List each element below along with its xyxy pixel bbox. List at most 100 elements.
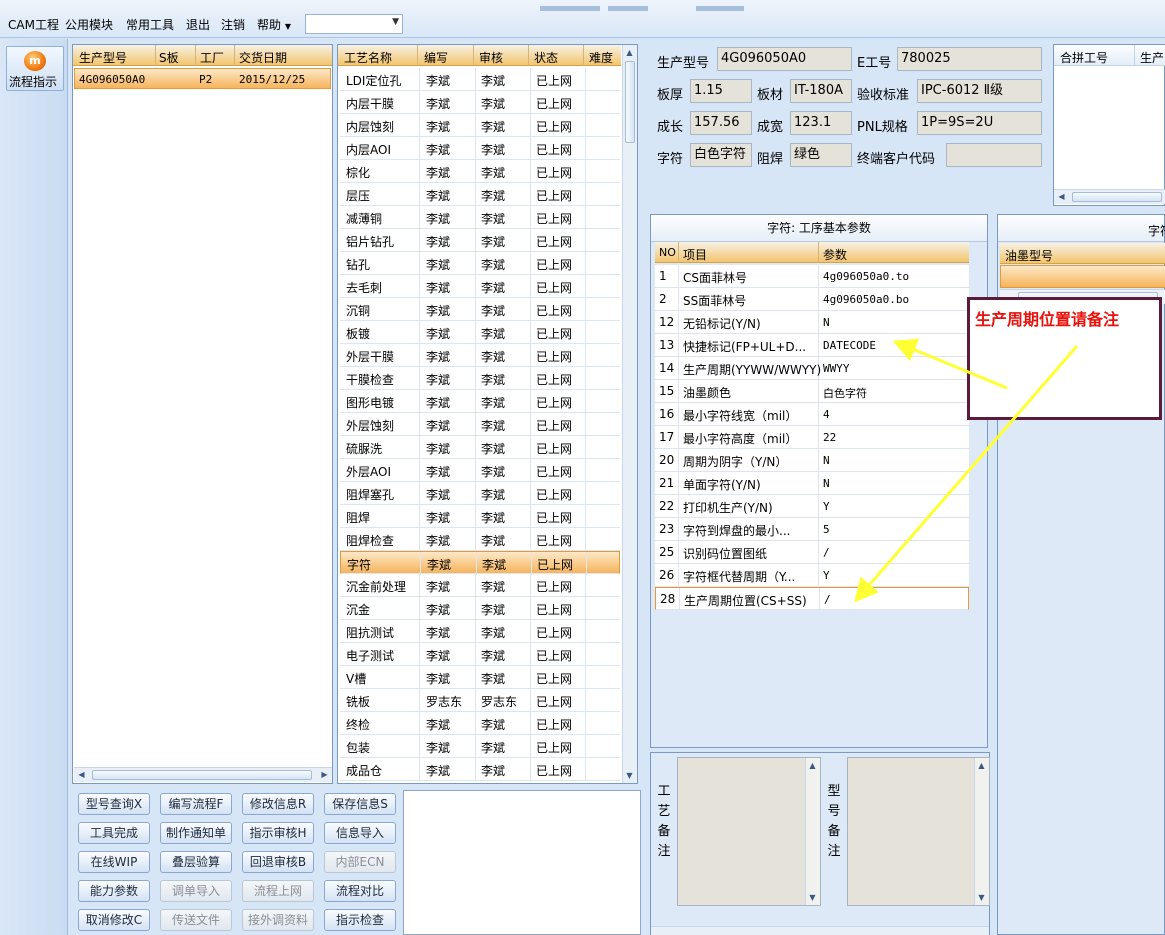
parameter-row[interactable]: 15 油墨颜色 白色字符 xyxy=(655,380,969,403)
scroll-left-icon[interactable]: ◀ xyxy=(75,768,88,781)
production-row[interactable]: 4G096050A0 P2 2015/12/25 xyxy=(74,68,331,89)
thickness-field[interactable]: 1.15 xyxy=(690,79,752,103)
parameter-row[interactable]: 1 CS面菲林号 4g096050a0.to xyxy=(655,265,969,288)
process-row[interactable]: 铝片钻孔 李斌 李斌 已上网 xyxy=(340,229,620,252)
scroll-up-icon[interactable]: ▲ xyxy=(975,759,988,772)
menu-combobox[interactable]: ▼ xyxy=(305,14,403,34)
process-row[interactable]: 沉铜 李斌 李斌 已上网 xyxy=(340,298,620,321)
scroll-thumb[interactable] xyxy=(92,770,312,780)
action-button[interactable]: 内部ECN xyxy=(324,851,396,873)
process-row[interactable]: 外层干膜 李斌 李斌 已上网 xyxy=(340,344,620,367)
scroll-down-icon[interactable]: ▼ xyxy=(975,891,988,904)
action-button[interactable]: 编写流程F xyxy=(160,793,232,815)
ink-row[interactable] xyxy=(1000,265,1165,288)
scroll-left-icon[interactable]: ◀ xyxy=(1055,190,1068,203)
action-button[interactable]: 接外调资料 xyxy=(242,909,314,931)
process-memo-field[interactable]: ▲ ▼ xyxy=(677,757,821,906)
parameter-row[interactable]: 17 最小字符高度（mil） 22 xyxy=(655,426,969,449)
process-row[interactable]: 铣板 罗志东 罗志东 已上网 xyxy=(340,689,620,712)
scroll-up-icon[interactable]: ▲ xyxy=(806,759,819,772)
action-button[interactable]: 流程对比 xyxy=(324,880,396,902)
action-button[interactable]: 保存信息S xyxy=(324,793,396,815)
action-button[interactable]: 流程上网 xyxy=(242,880,314,902)
scroll-down-icon[interactable]: ▼ xyxy=(623,769,636,782)
menu-exit[interactable]: 退出 xyxy=(186,16,210,33)
length-field[interactable]: 157.56 xyxy=(690,111,752,135)
process-row[interactable]: 去毛刺 李斌 李斌 已上网 xyxy=(340,275,620,298)
scroll-down-icon[interactable]: ▼ xyxy=(806,891,819,904)
action-button[interactable]: 指示审核H xyxy=(242,822,314,844)
model-memo-field[interactable]: ▲ ▼ xyxy=(847,757,990,906)
process-row[interactable]: 干膜检查 李斌 李斌 已上网 xyxy=(340,367,620,390)
customer-field[interactable] xyxy=(946,143,1042,167)
action-button[interactable]: 叠层验算 xyxy=(160,851,232,873)
width-field[interactable]: 123.1 xyxy=(790,111,852,135)
col-merge-model[interactable]: 生产 xyxy=(1140,49,1164,66)
process-row[interactable]: LDI定位孔 李斌 李斌 已上网 xyxy=(340,68,620,91)
action-button[interactable]: 修改信息R xyxy=(242,793,314,815)
process-row[interactable]: 阻抗测试 李斌 李斌 已上网 xyxy=(340,620,620,643)
scroll-up-icon[interactable]: ▲ xyxy=(623,46,636,59)
action-button[interactable]: 回退审核B xyxy=(242,851,314,873)
action-button[interactable]: 在线WIP xyxy=(78,851,150,873)
action-button[interactable]: 指示检查 xyxy=(324,909,396,931)
process-row[interactable]: 沉金前处理 李斌 李斌 已上网 xyxy=(340,574,620,597)
memo-hscrollbar[interactable] xyxy=(651,926,989,935)
action-button[interactable]: 制作通知单 xyxy=(160,822,232,844)
parameter-row[interactable]: 20 周期为阴字（Y/N） N xyxy=(655,449,969,472)
parameter-row[interactable]: 21 单面字符(Y/N) N xyxy=(655,472,969,495)
action-button[interactable]: 工具完成 xyxy=(78,822,150,844)
memo-vscrollbar[interactable]: ▲ ▼ xyxy=(805,758,820,905)
process-row[interactable]: 沉金 李斌 李斌 已上网 xyxy=(340,597,620,620)
menu-common-module[interactable]: 公用模块 xyxy=(65,16,113,33)
process-row[interactable]: V槽 李斌 李斌 已上网 xyxy=(340,666,620,689)
process-row[interactable]: 成品仓 李斌 李斌 已上网 xyxy=(340,758,620,781)
action-button[interactable]: 取消修改C xyxy=(78,909,150,931)
col-author[interactable]: 编写 xyxy=(424,49,448,66)
process-row[interactable]: 阻焊塞孔 李斌 李斌 已上网 xyxy=(340,482,620,505)
parameter-row[interactable]: 26 字符框代替周期（Y... Y xyxy=(655,564,969,587)
parameter-row[interactable]: 16 最小字符线宽（mil） 4 xyxy=(655,403,969,426)
log-area[interactable] xyxy=(403,790,641,935)
menu-cam[interactable]: CAM工程 xyxy=(8,16,59,33)
process-row[interactable]: 终检 李斌 李斌 已上网 xyxy=(340,712,620,735)
parameter-row[interactable]: 28 生产周期位置(CS+SS) / xyxy=(655,587,969,611)
parameter-row[interactable]: 14 生产周期(YYWW/WWYY) WWYY xyxy=(655,357,969,380)
menu-common-tools[interactable]: 常用工具 xyxy=(126,16,174,33)
process-row[interactable]: 阻焊检查 李斌 李斌 已上网 xyxy=(340,528,620,551)
eno-field[interactable]: 780025 xyxy=(897,47,1042,71)
char-field[interactable]: 白色字符 xyxy=(690,143,752,167)
menu-help[interactable]: 帮助 ▼ xyxy=(257,16,291,33)
memo-vscrollbar[interactable]: ▲ ▼ xyxy=(974,758,989,905)
parameter-row[interactable]: 23 字符到焊盘的最小... 5 xyxy=(655,518,969,541)
action-button[interactable]: 传送文件 xyxy=(160,909,232,931)
col-s-board[interactable]: S板 xyxy=(159,49,179,66)
process-row[interactable]: 减薄铜 李斌 李斌 已上网 xyxy=(340,206,620,229)
process-row[interactable]: 钻孔 李斌 李斌 已上网 xyxy=(340,252,620,275)
process-row[interactable]: 电子测试 李斌 李斌 已上网 xyxy=(340,643,620,666)
process-vscrollbar[interactable]: ▲ ▼ xyxy=(622,45,637,783)
process-row[interactable]: 阻焊 李斌 李斌 已上网 xyxy=(340,505,620,528)
process-row[interactable]: 棕化 李斌 李斌 已上网 xyxy=(340,160,620,183)
process-row[interactable]: 图形电镀 李斌 李斌 已上网 xyxy=(340,390,620,413)
col-process-name[interactable]: 工艺名称 xyxy=(344,49,392,66)
process-row[interactable]: 内层干膜 李斌 李斌 已上网 xyxy=(340,91,620,114)
parameter-row[interactable]: 22 打印机生产(Y/N) Y xyxy=(655,495,969,518)
col-difficulty[interactable]: 难度 xyxy=(589,49,613,66)
col-status[interactable]: 状态 xyxy=(534,49,558,66)
col-factory[interactable]: 工厂 xyxy=(200,49,224,66)
pnl-field[interactable]: 1P=9S=2U xyxy=(917,111,1042,135)
parameter-row[interactable]: 2 SS面菲林号 4g096050a0.bo xyxy=(655,288,969,311)
col-reviewer[interactable]: 审核 xyxy=(479,49,503,66)
action-button[interactable]: 信息导入 xyxy=(324,822,396,844)
process-row[interactable]: 包装 李斌 李斌 已上网 xyxy=(340,735,620,758)
material-field[interactable]: IT-180A xyxy=(790,79,852,103)
scroll-thumb[interactable] xyxy=(625,61,635,143)
process-row[interactable]: 板镀 李斌 李斌 已上网 xyxy=(340,321,620,344)
parameter-row[interactable]: 25 识别码位置图纸 / xyxy=(655,541,969,564)
mask-field[interactable]: 绿色 xyxy=(790,143,852,167)
process-row[interactable]: 内层AOI 李斌 李斌 已上网 xyxy=(340,137,620,160)
standard-field[interactable]: IPC-6012 Ⅱ级 xyxy=(917,79,1042,103)
process-row[interactable]: 外层蚀刻 李斌 李斌 已上网 xyxy=(340,413,620,436)
col-delivery-date[interactable]: 交货日期 xyxy=(239,49,287,66)
